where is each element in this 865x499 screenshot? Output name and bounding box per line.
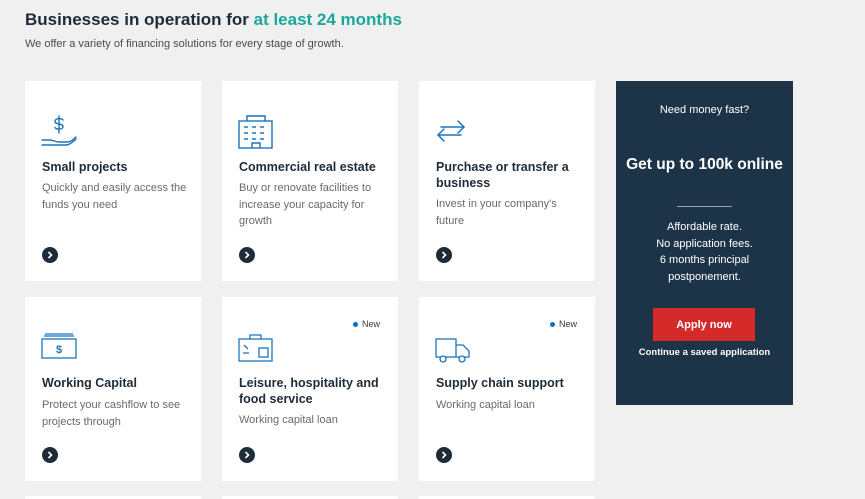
transfer-arrows-icon bbox=[435, 119, 467, 143]
card-title: Working Capital bbox=[42, 376, 137, 390]
new-badge: New bbox=[549, 319, 577, 329]
new-dot bbox=[549, 321, 555, 327]
card-leisure-hospitality[interactable]: New Leisure, hospitality and food servic… bbox=[222, 297, 398, 481]
card-title: Leisure, hospitality and food service bbox=[239, 376, 379, 406]
card-title: Purchase or transfer a business bbox=[436, 160, 569, 190]
card-arrow-button[interactable] bbox=[42, 247, 58, 263]
promo-divider bbox=[677, 206, 732, 207]
new-label: New bbox=[361, 319, 380, 329]
card-arrow-button[interactable] bbox=[436, 247, 452, 263]
card-arrow-button[interactable] bbox=[239, 247, 255, 263]
suitcase-icon bbox=[238, 333, 274, 363]
card-description: Working capital loan bbox=[239, 414, 338, 426]
dollar-hand-icon bbox=[41, 114, 77, 148]
card-description: Protect your cashflow to see projects th… bbox=[42, 399, 181, 428]
card-commercial-real-estate[interactable]: Commercial real estate Buy or renovate f… bbox=[222, 81, 398, 281]
chevron-right-icon bbox=[244, 451, 250, 459]
promo-features: Affordable rate. No application fees. 6 … bbox=[626, 219, 783, 285]
card-arrow-button[interactable] bbox=[42, 447, 58, 463]
card-arrow-button[interactable] bbox=[436, 447, 452, 463]
new-dot bbox=[352, 321, 358, 327]
new-badge: New bbox=[352, 319, 380, 329]
chevron-right-icon bbox=[47, 451, 53, 459]
promo-question: Need money fast? bbox=[659, 104, 750, 116]
promo-feature: 6 months principal postponement. bbox=[659, 254, 750, 283]
card-purchase-transfer[interactable]: Purchase or transfer a business Invest i… bbox=[419, 81, 595, 281]
new-label: New bbox=[558, 319, 577, 329]
card-title: Commercial real estate bbox=[239, 160, 376, 174]
page-subtitle: We offer a variety of financing solution… bbox=[25, 38, 344, 50]
promo-feature: Affordable rate. bbox=[666, 221, 742, 233]
chevron-right-icon bbox=[441, 451, 447, 459]
card-working-capital[interactable]: $ Working Capital Protect your cashflow … bbox=[25, 297, 201, 481]
card-description: Invest in your company's future bbox=[436, 198, 557, 227]
page-title-accent: at least 24 months bbox=[253, 10, 402, 29]
promo-panel: Need money fast? Get up to 100k online A… bbox=[616, 81, 793, 405]
truck-icon bbox=[435, 337, 471, 365]
card-description: Quickly and easily access the funds you … bbox=[42, 182, 187, 211]
cash-icon: $ bbox=[41, 333, 77, 359]
card-supply-chain[interactable]: New Supply chain support Working capital… bbox=[419, 297, 595, 481]
card-small-projects[interactable]: Small projects Quickly and easily access… bbox=[25, 81, 201, 281]
card-description: Buy or renovate facilities to increase y… bbox=[239, 182, 372, 227]
promo-headline: Get up to 100k online bbox=[626, 156, 783, 173]
card-description: Working capital loan bbox=[436, 399, 535, 411]
chevron-right-icon bbox=[244, 251, 250, 259]
card-title: Small projects bbox=[42, 160, 128, 174]
promo-feature: No application fees. bbox=[656, 237, 753, 250]
card-title: Supply chain support bbox=[436, 376, 564, 390]
page-title: Businesses in operation for at least 24 … bbox=[25, 10, 402, 29]
svg-text:$: $ bbox=[56, 344, 62, 356]
continue-application-link[interactable]: Continue a saved application bbox=[616, 347, 793, 358]
apply-now-button[interactable]: Apply now bbox=[653, 308, 755, 341]
chevron-right-icon bbox=[441, 251, 447, 259]
chevron-right-icon bbox=[47, 251, 53, 259]
card-arrow-button[interactable] bbox=[239, 447, 255, 463]
building-icon bbox=[238, 115, 274, 149]
